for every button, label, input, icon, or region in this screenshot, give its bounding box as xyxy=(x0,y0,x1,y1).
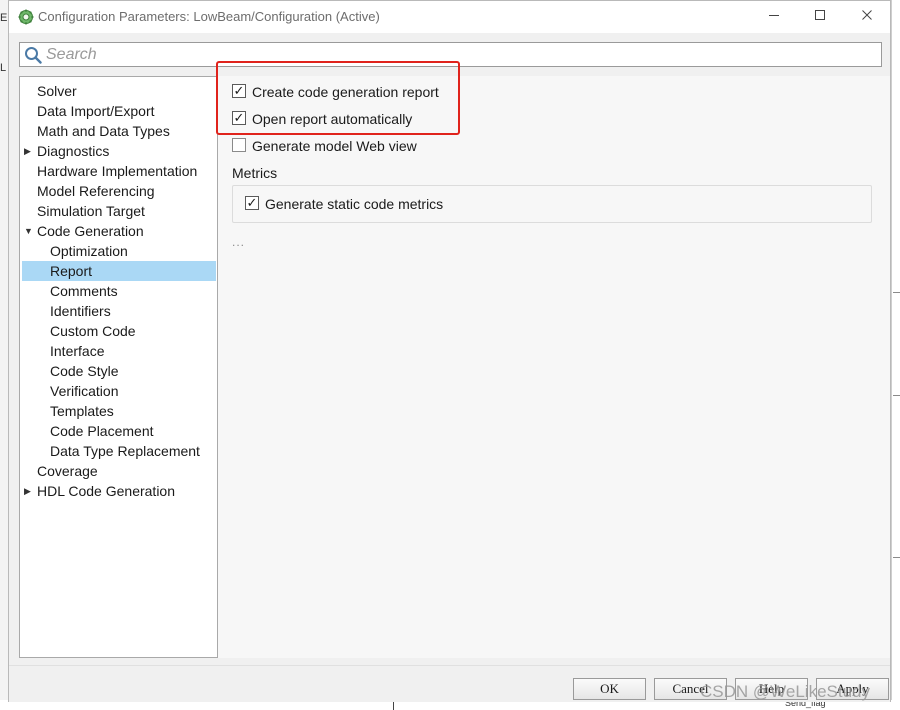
metrics-group: ✓ Generate static code metrics xyxy=(232,185,872,223)
category-tree[interactable]: Solver Data Import/Export Math and Data Ty… xyxy=(19,76,218,658)
web-view-checkbox[interactable] xyxy=(232,138,246,152)
static-metrics-checkbox[interactable]: ✓ xyxy=(245,196,259,210)
search-icon xyxy=(25,47,42,64)
tree-item-label: Report xyxy=(50,263,93,279)
background-letter: L xyxy=(0,62,7,74)
expanded-arrow-icon[interactable]: ▼ xyxy=(24,221,33,241)
maximize-icon xyxy=(815,10,825,20)
minimize-icon xyxy=(769,15,779,16)
annotation-highlight-box xyxy=(216,61,460,135)
tree-item-label: Data Import/Export xyxy=(37,103,155,119)
tree-item-identifiers[interactable]: Identifiers xyxy=(22,301,216,321)
tree-item-label: HDL Code Generation xyxy=(37,483,176,499)
tree-item-label: Math and Data Types xyxy=(37,123,170,139)
tree-item-label: Custom Code xyxy=(50,323,136,339)
option-label: Generate static code metrics xyxy=(265,196,444,212)
tree-item-label: Model Referencing xyxy=(37,183,155,199)
metrics-section-title: Metrics xyxy=(232,165,278,181)
tree-item-label: Comments xyxy=(50,283,118,299)
tree-item-simulation-target[interactable]: Simulation Target xyxy=(22,201,216,221)
tree-item-data-type-replacement[interactable]: Data Type Replacement xyxy=(22,441,216,461)
tree-item-model-referencing[interactable]: Model Referencing xyxy=(22,181,216,201)
tree-item-coverage[interactable]: Coverage xyxy=(22,461,216,481)
close-button[interactable] xyxy=(845,5,889,29)
tree-item-label: Solver xyxy=(37,83,77,99)
watermark-text: CSDN @WeLikeStudy xyxy=(700,682,870,701)
tree-item-label: Coverage xyxy=(37,463,98,479)
collapsed-arrow-icon[interactable]: ▶ xyxy=(24,141,31,161)
ok-button[interactable]: OK xyxy=(573,678,646,700)
window-title: Configuration Parameters: LowBeam/Config… xyxy=(38,9,380,24)
tree-item-label: Code Placement xyxy=(50,423,154,439)
tree-item-label: Code Style xyxy=(50,363,119,379)
tree-item-code-placement[interactable]: Code Placement xyxy=(22,421,216,441)
tree-item-code-style[interactable]: Code Style xyxy=(22,361,216,381)
tree-item-interface[interactable]: Interface xyxy=(22,341,216,361)
tree-item-label: Simulation Target xyxy=(37,203,145,219)
minimize-button[interactable] xyxy=(752,5,796,29)
tree-item-diagnostics[interactable]: ▶ Diagnostics xyxy=(22,141,216,161)
tree-item-custom-code[interactable]: Custom Code xyxy=(22,321,216,341)
tree-item-code-generation[interactable]: ▼ Code Generation xyxy=(22,221,216,241)
tree-item-label: Data Type Replacement xyxy=(50,443,200,459)
tree-item-report[interactable]: Report xyxy=(22,261,216,281)
option-label: Generate model Web view xyxy=(252,138,417,154)
tree-item-math-and-data-types[interactable]: Math and Data Types xyxy=(22,121,216,141)
tree-item-data-import-export[interactable]: Data Import/Export xyxy=(22,101,216,121)
tree-item-label: Identifiers xyxy=(50,303,111,319)
tree-item-comments[interactable]: Comments xyxy=(22,281,216,301)
tree-item-solver[interactable]: Solver xyxy=(22,81,216,101)
tree-item-label: Hardware Implementation xyxy=(37,163,198,179)
background-app-right-edge xyxy=(891,0,900,710)
tree-item-label: Interface xyxy=(50,343,105,359)
background-letter: E xyxy=(0,12,8,24)
more-options-ellipsis[interactable]: ... xyxy=(232,235,245,249)
config-parameters-dialog: Configuration Parameters: LowBeam/Config… xyxy=(8,0,891,702)
maximize-button[interactable] xyxy=(798,5,842,29)
collapsed-arrow-icon[interactable]: ▶ xyxy=(24,481,31,501)
simulink-gear-icon xyxy=(18,9,34,25)
tree-item-hardware-implementation[interactable]: Hardware Implementation xyxy=(22,161,216,181)
report-settings-pane: ✓ Create code generation report ✓ Open r… xyxy=(218,76,890,658)
title-bar[interactable]: Configuration Parameters: LowBeam/Config… xyxy=(9,1,890,33)
tree-item-hdl-code-generation[interactable]: ▶ HDL Code Generation xyxy=(22,481,216,501)
tree-item-label: Verification xyxy=(50,383,119,399)
tree-item-templates[interactable]: Templates xyxy=(22,401,216,421)
tree-item-label: Diagnostics xyxy=(37,143,110,159)
tree-item-verification[interactable]: Verification xyxy=(22,381,216,401)
tree-item-label: Templates xyxy=(50,403,114,419)
close-icon xyxy=(862,10,872,20)
tree-item-label: Optimization xyxy=(50,243,128,259)
tree-item-label: Code Generation xyxy=(37,223,144,239)
tree-item-optimization[interactable]: Optimization xyxy=(22,241,216,261)
